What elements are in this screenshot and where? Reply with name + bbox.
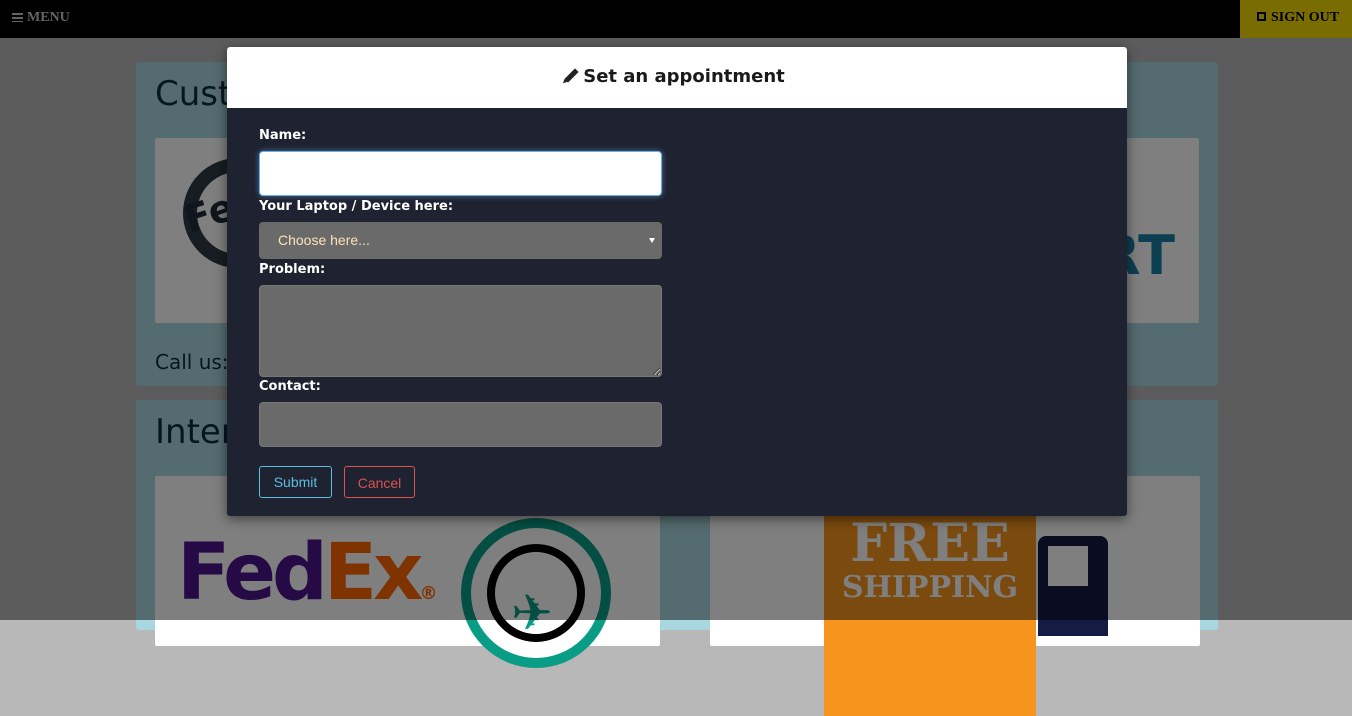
- pencil-icon: [564, 68, 579, 83]
- contact-input[interactable]: [259, 402, 662, 447]
- caret-down-icon: [649, 238, 655, 243]
- modal-header: Set an appointment: [227, 47, 1127, 108]
- device-select-value: Choose here...: [278, 232, 370, 248]
- submit-button[interactable]: Submit: [259, 466, 332, 498]
- device-select[interactable]: Choose here...: [259, 222, 662, 259]
- device-label: Your Laptop / Device here:: [259, 199, 454, 214]
- problem-textarea[interactable]: [259, 285, 662, 377]
- name-input[interactable]: [259, 151, 662, 196]
- contact-label: Contact:: [259, 379, 321, 394]
- modal-title: Set an appointment: [583, 66, 785, 87]
- name-label: Name:: [259, 128, 307, 143]
- problem-label: Problem:: [259, 262, 326, 277]
- cancel-button[interactable]: Cancel: [344, 466, 415, 498]
- appointment-modal: Set an appointment Name: Your Laptop / D…: [227, 47, 1127, 516]
